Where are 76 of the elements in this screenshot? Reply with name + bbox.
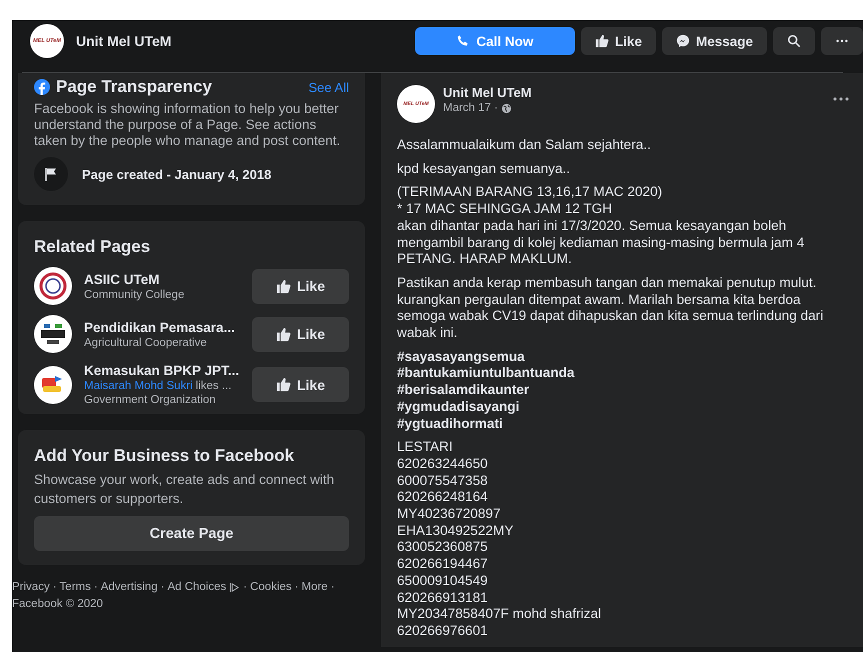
section-title: Add Your Business to Facebook [34,445,296,466]
transparency-description: Facebook is showing information to help you better understand the purpose of a Page. See actions taken by the people who manage and post content. [34,101,342,149]
page-created-text: Page created - January 4, 2018 [82,166,272,182]
globe-icon [500,102,512,114]
friend-likes-text: likes ... [196,380,232,392]
hashtag-link[interactable]: #berisalamdikaunter [397,382,530,399]
thumbs-up-icon [276,278,291,294]
facebook-icon [34,79,50,95]
page-logo[interactable] [34,267,72,305]
footer-link[interactable]: Cookies [250,579,292,596]
hashtag-link[interactable]: #ygtuadihormati [397,416,503,432]
post-text-line: Pastikan anda kerap membasuh tangan dan memakai penutup mulut. kurangkan pergaulan ditempat awam. Marilah bersama kita berdoa semoga wabak CV19 dapat dihapuskan dan kita semua terlindung dari wabak ini. [397,274,824,342]
separator: · [52,580,57,595]
phone-icon [456,34,470,48]
post-date[interactable]: March 17 · [443,102,498,114]
post-text-line: 650009104549 [397,572,488,590]
post-text-line: kpd kesayangan semuanya.. [397,160,570,178]
section-title: Related Pages [34,236,152,257]
separator: · [294,580,298,595]
post-text-line: 620266913181 [397,590,488,606]
search-button[interactable] [773,27,815,55]
page-name[interactable]: ASIIC UTeM [84,272,244,286]
post-text-line: * 17 MAC SEHINGGA JAM 12 TGH [397,201,612,218]
hashtag-link[interactable]: #sayasayangsemua [397,348,525,366]
page-category: Government Organization [84,394,217,406]
post-text-line: 630052360875 [397,539,488,556]
post-text-line: LESTARI [397,439,453,456]
post-text-line: Assalammualaikum dan Salam sejahtera.. [397,137,651,154]
hashtag-link[interactable]: #bantukamiuntulbantuanda [397,365,574,382]
like-button[interactable]: Like [252,268,349,304]
ad-choices-icon [229,582,240,593]
footer-link[interactable]: Terms [60,579,91,596]
message-button[interactable]: Message [662,27,767,55]
thumbs-up-icon [276,377,291,392]
like-button[interactable]: Like [252,367,349,402]
footer-link[interactable]: Ad Choices [167,579,226,596]
business-description: Showcase your work, create ads and connect with customers or supporters. [34,471,336,508]
page-name[interactable]: Unit Mel UTeM [76,33,172,49]
create-page-button[interactable]: Create Page [34,516,349,551]
post-text-line: MY40236720897 [397,506,501,523]
separator: · [94,580,98,595]
post-text-line: 620266194467 [397,556,488,573]
see-all-link[interactable]: See All [308,80,349,94]
footer-link[interactable]: Privacy [12,579,50,596]
post-author[interactable]: Unit Mel UTeM [443,85,532,100]
separator: · [330,580,335,595]
post-text-line: 620263244650 [397,456,488,473]
page-logo[interactable] [34,366,72,404]
friend-link[interactable]: Maisarah Mohd Sukri [84,380,193,392]
post-text-line: akan dihantar pada hari ini 17/3/2020. Semua kesayangan boleh mengambil barang di kolej kediaman masing-masing bermula jam 4 PETANG. HARAP MAKLUM. [397,218,806,268]
search-icon [787,34,801,48]
messenger-icon [676,34,690,48]
page-category: Agricultural Cooperative [84,336,208,348]
page-name[interactable]: Kemasukan BPKP JPT... [84,363,244,378]
like-button[interactable]: Like [580,27,656,55]
flag-icon [34,157,68,191]
page-name[interactable]: Pendidikan Pemasara... [84,320,244,334]
separator: · [160,580,164,595]
post-text-line: 620266976601 [397,622,488,640]
section-title: Page Transparency [56,77,212,97]
post-text-line: MY20347858407F mohd shafrizal [397,606,602,623]
separator: · [243,580,248,595]
thumbs-up-icon [276,326,291,342]
footer-link[interactable]: More [302,579,328,596]
post-text-line: 600075547358 [397,472,488,490]
more-icon[interactable] [833,97,849,101]
footer-link[interactable]: Advertising [100,579,158,596]
hashtag-link[interactable]: #ygmudadisayangi [397,398,520,416]
page-logo[interactable] [34,315,72,353]
copyright-text: Facebook © 2020 [12,597,104,612]
post-text-line: 620266248164 [397,489,488,506]
page-category: Community College [84,288,186,300]
like-button[interactable]: Like [252,316,349,352]
post-text-line: (TERIMAAN BARANG 13,16,17 MAC 2020) [397,184,662,202]
thumbs-up-icon [594,34,609,48]
post-text-line: EHA130492522MY [397,522,514,540]
